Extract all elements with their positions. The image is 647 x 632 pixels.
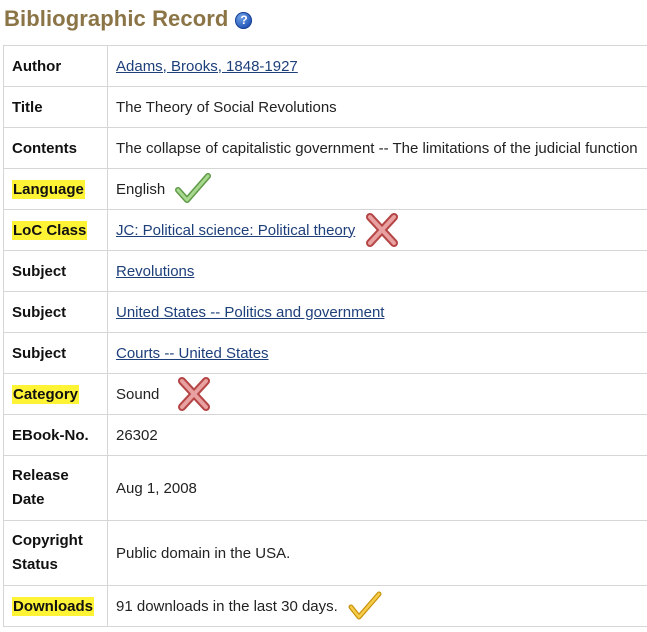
label-subject: Subject (3, 291, 108, 333)
value-ebook-no: 26302 (107, 414, 647, 456)
highlighted-label: LoC Class (12, 220, 88, 240)
row-subject: Subject Courts -- United States (3, 332, 647, 374)
row-copyright-status: Copyright Status Public domain in the US… (3, 520, 647, 586)
downloads-value: 91 downloads in the last 30 days. (116, 597, 338, 615)
value-copyright-status: Public domain in the USA. (107, 520, 647, 586)
subject-link[interactable]: United States -- Politics and government (116, 304, 384, 321)
row-label: Subject (12, 262, 67, 280)
row-label: Subject (12, 344, 67, 362)
highlighted-label: Category (12, 384, 80, 404)
value-contents: The collapse of capitalistic government … (107, 127, 647, 169)
author-link[interactable]: Adams, Brooks, 1848-1927 (116, 58, 298, 75)
value-downloads: 91 downloads in the last 30 days. (107, 585, 647, 627)
row-downloads: Downloads 91 downloads in the last 30 da… (3, 585, 647, 627)
label-subject: Subject (3, 250, 108, 292)
label-title: Title (3, 86, 108, 128)
label-downloads: Downloads (3, 585, 108, 627)
row-label: EBook-No. (12, 426, 89, 444)
help-icon[interactable]: ? (235, 11, 253, 29)
value-subject: Courts -- United States (107, 332, 647, 374)
value-title: The Theory of Social Revolutions (107, 86, 647, 128)
value-release-date: Aug 1, 2008 (107, 455, 647, 521)
row-ebook-no: EBook-No. 26302 (3, 414, 647, 456)
row-label: Copyright Status (12, 532, 83, 573)
yellow-check-icon (348, 591, 382, 620)
value-category: Sound (107, 373, 647, 415)
red-x-icon (366, 213, 399, 247)
highlighted-label: Downloads (12, 596, 95, 616)
loc-class-link[interactable]: JC: Political science: Political theory (116, 222, 355, 239)
label-contents: Contents (3, 127, 108, 169)
row-release-date: Release Date Aug 1, 2008 (3, 455, 647, 521)
row-subject: Subject United States -- Politics and go… (3, 291, 647, 333)
row-category: Category Sound (3, 373, 647, 415)
value-author: Adams, Brooks, 1848-1927 (107, 45, 647, 87)
red-x-icon (178, 377, 211, 411)
row-contents: Contents The collapse of capitalistic go… (3, 127, 647, 169)
row-label: Title (12, 98, 43, 116)
label-loc-class: LoC Class (3, 209, 108, 251)
subject-link[interactable]: Revolutions (116, 263, 194, 280)
row-label: Subject (12, 303, 67, 321)
label-language: Language (3, 168, 108, 210)
bibliographic-record-table: Author Adams, Brooks, 1848-1927 Title Th… (3, 45, 647, 627)
label-category: Category (3, 373, 108, 415)
label-author: Author (3, 45, 108, 87)
row-label: Author (12, 57, 62, 75)
category-value: Sound (116, 385, 160, 403)
subject-link[interactable]: Courts -- United States (116, 345, 269, 362)
row-label: Release Date (12, 467, 69, 508)
value-subject: Revolutions (107, 250, 647, 292)
row-subject: Subject Revolutions (3, 250, 647, 292)
row-author: Author Adams, Brooks, 1848-1927 (3, 45, 647, 87)
label-subject: Subject (3, 332, 108, 374)
row-loc-class: LoC Class JC: Political science: Politic… (3, 209, 647, 251)
row-label: Contents (12, 139, 77, 157)
label-copyright-status: Copyright Status (3, 520, 108, 586)
row-language: Language English (3, 168, 647, 210)
highlighted-label: Language (12, 179, 85, 199)
green-check-icon (175, 173, 212, 203)
page-header: Bibliographic Record ? (4, 4, 253, 34)
value-subject: United States -- Politics and government (107, 291, 647, 333)
value-loc-class: JC: Political science: Political theory (107, 209, 647, 251)
value-language: English (107, 168, 647, 210)
language-value: English (116, 180, 166, 198)
label-release-date: Release Date (3, 455, 108, 521)
label-ebook-no: EBook-No. (3, 414, 108, 456)
page-title: Bibliographic Record (4, 6, 229, 31)
row-title: Title The Theory of Social Revolutions (3, 86, 647, 128)
